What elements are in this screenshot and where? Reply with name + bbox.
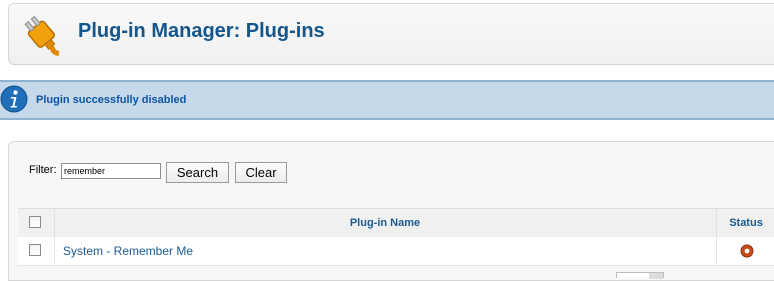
info-icon xyxy=(0,85,28,113)
plugins-panel: Filter: Search Clear Plug-in Name Status… xyxy=(8,141,774,281)
search-button[interactable]: Search xyxy=(166,162,229,183)
message-text: Plugin successfully disabled xyxy=(36,94,187,106)
page-title: Plug-in Manager: Plug-ins xyxy=(78,20,325,42)
clear-button[interactable]: Clear xyxy=(235,162,287,183)
table-row: System - Remember Me xyxy=(18,237,774,266)
select-all-checkbox[interactable] xyxy=(29,216,41,228)
column-header-name[interactable]: Plug-in Name xyxy=(54,209,717,237)
row-checkbox[interactable] xyxy=(29,244,41,256)
page-header: Plug-in Manager: Plug-ins xyxy=(8,3,774,65)
pagination-fragment xyxy=(616,272,664,279)
plug-icon xyxy=(24,15,60,56)
disabled-status-icon[interactable] xyxy=(740,244,754,258)
column-divider xyxy=(716,237,717,265)
plugin-name-link[interactable]: System - Remember Me xyxy=(63,237,193,265)
pagination-fragment-end xyxy=(649,273,663,279)
filter-label: Filter: xyxy=(29,164,57,176)
row-check-cell xyxy=(18,237,55,265)
table-header: Plug-in Name Status xyxy=(18,208,774,238)
column-header-status[interactable]: Status xyxy=(717,209,774,237)
system-message: Plugin successfully disabled xyxy=(0,80,774,120)
select-all-cell xyxy=(18,209,55,237)
filter-input[interactable] xyxy=(61,163,161,179)
